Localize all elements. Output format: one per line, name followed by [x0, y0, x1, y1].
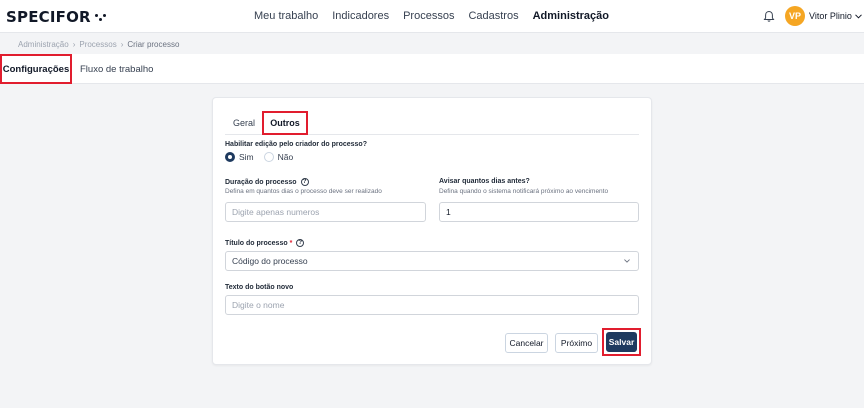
title-label: Título do processo	[225, 239, 288, 247]
tab-fluxo-de-trabalho[interactable]: Fluxo de trabalho	[80, 54, 153, 84]
breadcrumb-item-administracao[interactable]: Administração	[18, 40, 69, 49]
radio-nao-label: Não	[277, 152, 294, 162]
cancel-button[interactable]: Cancelar	[505, 333, 548, 353]
required-mark: *	[289, 239, 293, 247]
tab-outros[interactable]: Outros	[262, 111, 308, 135]
breadcrumb-item-processos[interactable]: Processos	[79, 40, 116, 49]
nav-item-indicadores[interactable]: Indicadores	[332, 10, 389, 22]
duration-input-placeholder: Digite apenas numeros	[232, 207, 320, 217]
radio-checked-icon	[225, 152, 235, 162]
button-text-input[interactable]: Digite o nome	[225, 295, 639, 315]
brand-dots-icon	[94, 13, 106, 21]
inner-tabs: Geral Outros	[225, 111, 639, 135]
warn-days-value: 1	[446, 207, 451, 217]
nav-item-administracao[interactable]: Administração	[533, 10, 609, 22]
title-select-value: Código do processo	[232, 256, 308, 266]
warn-hint: Defina quando o sistema notificará próxi…	[439, 188, 609, 195]
duration-input[interactable]: Digite apenas numeros	[225, 202, 426, 222]
chevron-down-icon	[624, 259, 630, 263]
page-tabs: Configurações Fluxo de trabalho	[0, 54, 864, 84]
radio-nao[interactable]: Não	[263, 152, 294, 162]
warn-label: Avisar quantos dias antes?	[439, 178, 530, 185]
edit-radio-group: Sim Não	[225, 152, 293, 162]
warn-days-input[interactable]: 1	[439, 202, 639, 222]
breadcrumb-item-current: Criar processo	[127, 40, 180, 49]
process-settings-card: Geral Outros Habilitar edição pelo criad…	[212, 97, 652, 365]
button-text-label: Texto do botão novo	[225, 284, 294, 291]
notification-bell-icon[interactable]	[763, 10, 775, 23]
duration-hint: Defina em quantos dias o processo deve s…	[225, 188, 382, 195]
brand-logo[interactable]: SPECIFOR	[6, 8, 106, 26]
user-menu[interactable]: Vitor Plinio	[809, 11, 862, 21]
radio-unchecked-icon	[263, 152, 274, 162]
edit-question-label: Habilitar edição pelo criador do process…	[225, 141, 367, 148]
title-label-row: Título do processo * ?	[225, 239, 305, 247]
save-button[interactable]: Salvar	[606, 332, 637, 352]
title-select[interactable]: Código do processo	[225, 251, 639, 271]
top-navbar: SPECIFOR Meu trabalho Indicadores Proces…	[0, 0, 864, 33]
nav-item-meu-trabalho[interactable]: Meu trabalho	[254, 10, 318, 22]
chevron-down-icon	[855, 13, 862, 19]
duration-label-row: Duração do processo ?	[225, 178, 309, 186]
nav-item-cadastros[interactable]: Cadastros	[468, 10, 518, 22]
user-avatar[interactable]: VP	[785, 6, 805, 26]
button-text-placeholder: Digite o nome	[232, 300, 285, 310]
main-nav: Meu trabalho Indicadores Processos Cadas…	[254, 10, 609, 22]
radio-sim[interactable]: Sim	[225, 152, 254, 162]
nav-item-processos[interactable]: Processos	[403, 10, 454, 22]
user-name: Vitor Plinio	[809, 11, 852, 21]
tab-geral[interactable]: Geral	[233, 111, 255, 135]
chevron-right-icon: ›	[72, 40, 76, 49]
next-button[interactable]: Próximo	[555, 333, 598, 353]
chevron-right-icon: ›	[120, 40, 124, 49]
help-icon[interactable]: ?	[300, 178, 309, 186]
radio-sim-label: Sim	[239, 152, 254, 162]
breadcrumb: Administração › Processos › Criar proces…	[18, 40, 179, 49]
help-icon[interactable]: ?	[296, 239, 305, 247]
duration-label: Duração do processo	[225, 178, 297, 186]
tab-configuracoes[interactable]: Configurações	[0, 54, 72, 84]
brand-name: SPECIFOR	[6, 8, 91, 26]
